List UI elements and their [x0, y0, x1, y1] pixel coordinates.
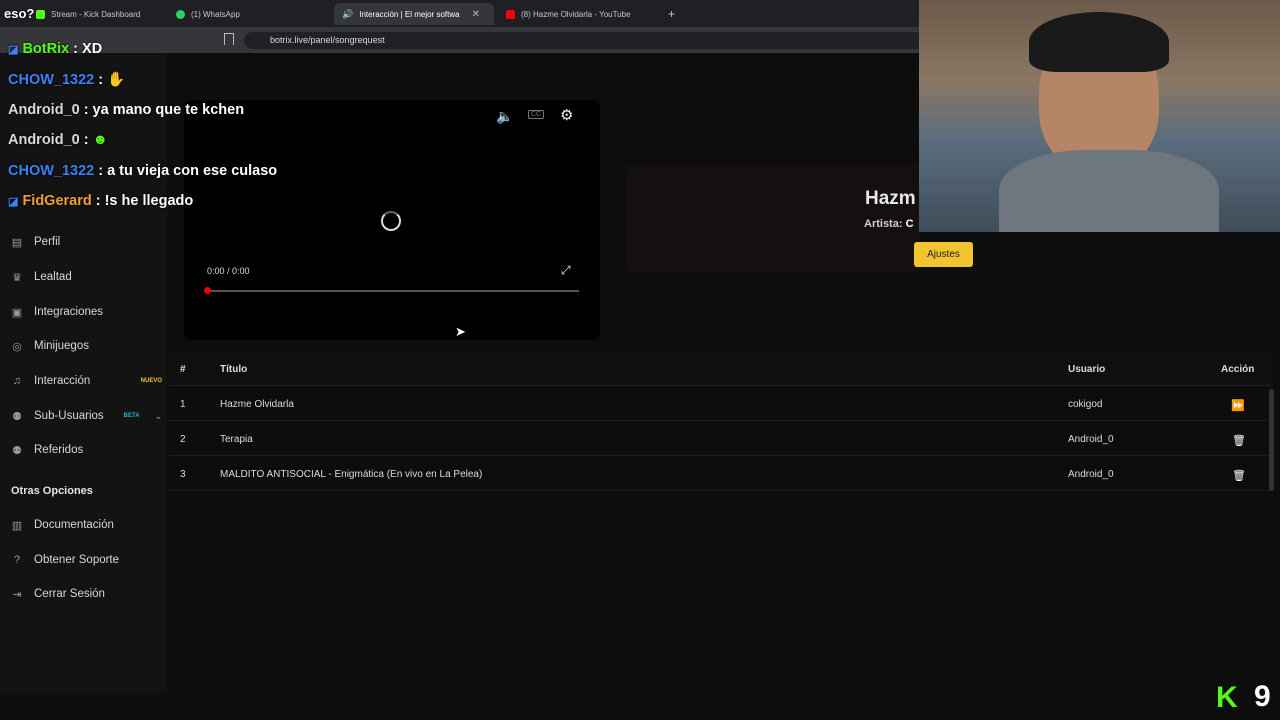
logout-icon: ⇥ [12, 588, 22, 601]
emote-icon: ☻ [92, 132, 108, 148]
table-row: 3 MALDITO ANTISOCIAL - Enigmática (En vi… [169, 457, 1271, 491]
sidebar-item-integraciones[interactable]: ▣ Integraciones [10, 306, 162, 319]
chat-message: CHOW_1322: a tu vieja con ese culaso [8, 163, 278, 179]
id-card-icon: ▤ [11, 236, 23, 249]
streamer-hair [1029, 12, 1169, 72]
sidebar-item-lealtad[interactable]: ♛ Lealtad [10, 271, 162, 284]
sidebar-item-perfil[interactable]: ▤ Perfil [10, 236, 162, 249]
users-icon: ⚉ [12, 444, 22, 457]
beta-badge: BETA [123, 413, 140, 419]
now-playing-title: Hazm [865, 188, 916, 209]
address-bar: botrix.live/panel/songrequest [0, 27, 920, 53]
volume-icon[interactable]: 🔈 [496, 108, 513, 125]
table-header: # Título Usuario Acción [169, 352, 1271, 386]
gear-icon[interactable]: ⚙ [560, 106, 573, 124]
bookmark-icon[interactable] [224, 33, 234, 45]
trophy-icon: ♛ [12, 271, 22, 284]
progress-bar[interactable] [207, 290, 579, 292]
captions-icon[interactable]: CC [528, 110, 545, 119]
scrollbar[interactable] [1269, 389, 1274, 491]
gamepad-icon: ◎ [12, 340, 22, 353]
sidebar-item-sub-usuarios[interactable]: ⚉ Sub-Usuarios BETA ⌄ [10, 410, 162, 423]
emote-icon: ✋ [107, 72, 126, 88]
trash-icon[interactable]: 🗑 [1232, 434, 1246, 447]
viewer-count: 9 [1254, 680, 1271, 713]
chat-message: ◪ FidGerard: !s he llegado [8, 193, 194, 209]
chat-message: ◪ BotRix: XD [8, 41, 103, 57]
trash-icon[interactable]: 🗑 [1232, 469, 1246, 482]
section-title: Otras Opciones [11, 485, 93, 497]
sidebar-item-interaccion[interactable]: ♫ Interacción NUEVO [10, 375, 162, 387]
progress-knob[interactable] [204, 287, 211, 294]
chat-top-line: eso? [4, 6, 35, 21]
video-player[interactable]: 🔈 CC ⚙ 0:00 / 0:00 ⤢ [184, 100, 600, 340]
tab-kick-dashboard[interactable]: Stream - Kick Dashboard [28, 3, 148, 25]
mouse-cursor-icon: ➤ [455, 324, 466, 339]
close-tab-icon[interactable]: ✕ [472, 9, 480, 20]
kick-logo: K [1216, 681, 1238, 714]
nuevo-badge: NUEVO [140, 378, 162, 384]
loading-spinner-icon [381, 211, 401, 231]
browser-tab-bar: Stream - Kick Dashboard (1) WhatsApp 🔊 I… [0, 0, 920, 27]
ajustes-button[interactable]: Ajustes [914, 242, 973, 267]
youtube-icon [506, 9, 515, 19]
chat-message: Android_0: ☻ [8, 132, 108, 148]
table-row: 1 Hazme Olvidarla cokigod ⏩ [169, 387, 1271, 421]
table-row: 2 Terapia Android_0 🗑 [169, 422, 1271, 456]
new-tab-button[interactable]: + [660, 3, 683, 25]
book-icon: ▥ [11, 519, 23, 532]
now-playing-artist: Artista: C [864, 218, 914, 230]
tab-interaccion[interactable]: 🔊 Interacción | El mejor softwa ✕ [334, 3, 494, 25]
music-icon: ♫ [12, 375, 22, 387]
sidebar-item-soporte[interactable]: ? Obtener Soporte [10, 554, 162, 566]
chat-message: CHOW_1322: ✋ [8, 72, 126, 88]
speaker-icon: 🔊 [342, 8, 354, 19]
tab-youtube[interactable]: (8) Hazme Olvidarla - YouTube [498, 3, 639, 25]
chat-message: Android_0: ya mano que te kchen [8, 102, 245, 118]
sidebar-item-documentacion[interactable]: ▥ Documentación [10, 519, 162, 532]
url-field[interactable]: botrix.live/panel/songrequest [244, 32, 920, 49]
badge-icon: ◪ [8, 196, 19, 208]
sidebar-item-cerrar-sesion[interactable]: ⇥ Cerrar Sesión [10, 588, 162, 601]
whatsapp-icon [176, 9, 185, 19]
kick-icon [36, 9, 45, 19]
time-display: 0:00 / 0:00 [207, 266, 250, 276]
users-icon: ⚉ [12, 410, 22, 423]
badge-icon: ◪ [8, 44, 19, 56]
chip-icon: ▣ [11, 306, 23, 319]
tab-whatsapp[interactable]: (1) WhatsApp [168, 3, 248, 25]
streamer-shirt [999, 150, 1219, 232]
chevron-down-icon[interactable]: ⌄ [154, 411, 162, 422]
skip-icon[interactable]: ⏩ [1231, 399, 1245, 412]
sidebar-item-referidos[interactable]: ⚉ Referidos [10, 444, 162, 457]
fullscreen-icon[interactable]: ⤢ [561, 263, 571, 278]
webcam-feed [919, 0, 1280, 232]
help-icon: ? [13, 554, 21, 566]
sidebar-item-minijuegos[interactable]: ◎ Minijuegos [10, 340, 162, 353]
